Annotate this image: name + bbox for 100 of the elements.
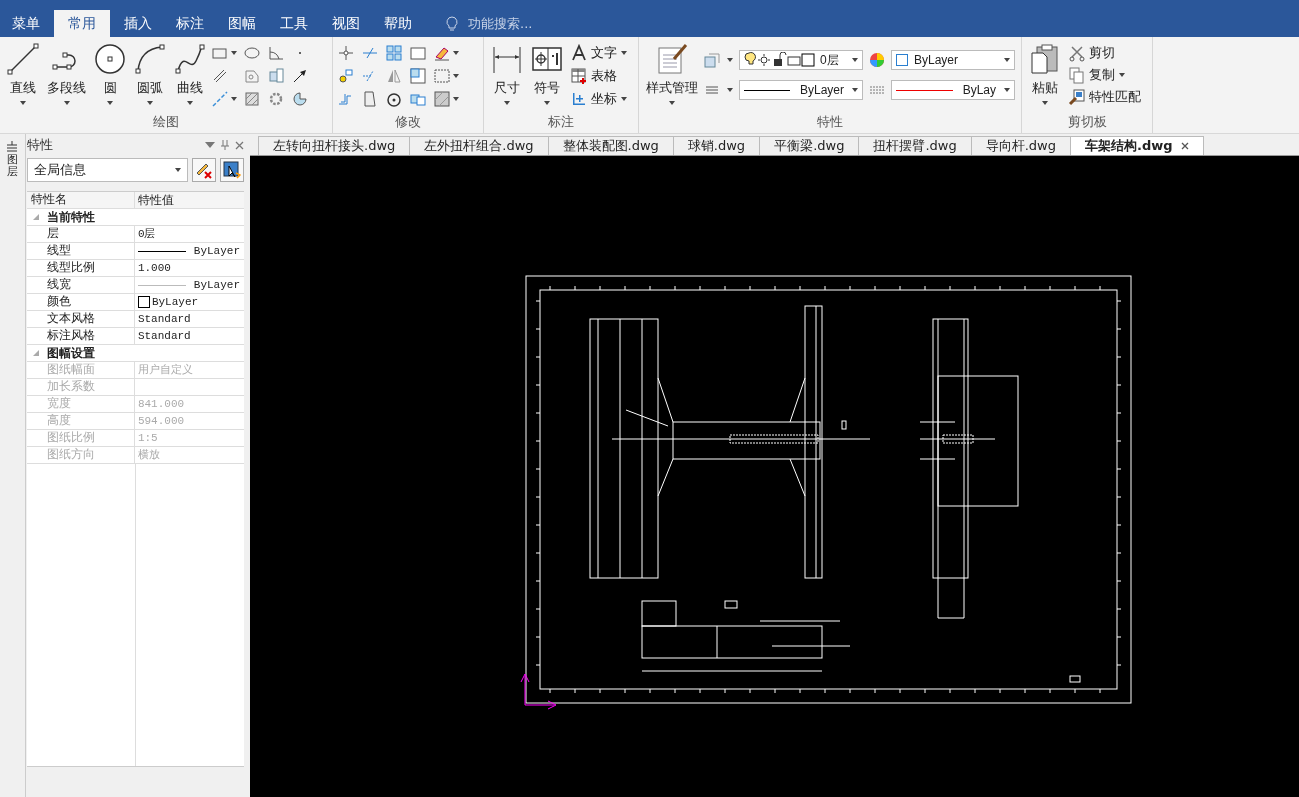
caret-icon[interactable] xyxy=(231,97,237,101)
lineweight-dropdown[interactable]: ByLay xyxy=(891,80,1015,100)
property-value: ByLayer xyxy=(193,243,241,259)
caret-icon[interactable] xyxy=(1004,88,1010,92)
property-name: 线宽 xyxy=(26,277,135,293)
property-value: 用户自定义 xyxy=(137,362,193,378)
style-sheet-icon xyxy=(656,43,688,75)
angle-icon[interactable] xyxy=(267,44,285,62)
file-tab[interactable]: 扭杆摆臂.dwg xyxy=(858,136,972,155)
menu-tab[interactable]: 帮助 xyxy=(374,10,422,37)
caret-icon[interactable] xyxy=(107,101,113,105)
tool-button[interactable]: 坐标 xyxy=(568,89,619,109)
caret-icon[interactable] xyxy=(544,101,550,105)
section-title: 当前特性 xyxy=(46,208,95,226)
hatch-icon[interactable] xyxy=(243,90,261,108)
tool-button[interactable]: 尺寸 xyxy=(488,41,526,107)
side-tab[interactable]: 图层 xyxy=(6,154,18,179)
mirror-icon[interactable] xyxy=(385,67,403,85)
tool-button[interactable]: 表格 xyxy=(568,66,619,86)
menu-tab[interactable]: 标注 xyxy=(166,10,214,37)
close-icon[interactable] xyxy=(235,140,244,150)
layer-dropdown[interactable]: 0层 xyxy=(739,50,863,70)
caret-icon[interactable] xyxy=(187,101,193,105)
file-tab[interactable]: 球销.dwg xyxy=(672,136,761,155)
tool-button[interactable]: 文字 xyxy=(568,43,619,63)
file-tab[interactable]: 左转向扭杆接头.dwg xyxy=(258,136,411,155)
tool-button[interactable]: 特性匹配 xyxy=(1066,87,1143,107)
property-value: Standard xyxy=(137,328,191,344)
pin-icon[interactable] xyxy=(221,140,229,150)
caret-icon[interactable] xyxy=(621,51,627,55)
scope-dropdown[interactable]: 全局信息 xyxy=(26,158,188,182)
caret-icon[interactable] xyxy=(453,97,459,101)
menu-tab[interactable]: 菜单 xyxy=(2,10,50,37)
caret-icon[interactable] xyxy=(504,101,510,105)
caret-icon[interactable] xyxy=(852,58,858,62)
region-icon[interactable] xyxy=(291,90,309,108)
line-sample xyxy=(137,250,186,252)
tool-button[interactable]: 符号 xyxy=(528,41,566,107)
property-value: Standard xyxy=(137,311,191,327)
tool-button[interactable]: 剪切 xyxy=(1066,43,1117,63)
clear-selection-button[interactable] xyxy=(192,158,216,182)
copy-icon xyxy=(1068,66,1086,84)
file-tab[interactable]: 整体装配图.dwg xyxy=(547,136,674,155)
file-tab[interactable]: 左外扭杆组合.dwg xyxy=(409,136,549,155)
property-name: 宽度 xyxy=(26,396,135,412)
line-tool-icon xyxy=(7,43,39,75)
file-tab[interactable]: 导向杆.dwg xyxy=(970,136,1071,155)
caret-icon[interactable] xyxy=(20,101,26,105)
menu-tab[interactable]: 工具 xyxy=(270,10,318,37)
caret-icon[interactable] xyxy=(147,101,153,105)
property-value: 1.000 xyxy=(137,260,171,276)
caret-icon[interactable] xyxy=(621,97,627,101)
layer-panel-icon[interactable] xyxy=(5,140,20,152)
tool-button[interactable]: 多段线 xyxy=(44,41,89,107)
group-title: 修改 xyxy=(394,113,422,131)
tool-button[interactable]: 复制 xyxy=(1066,65,1117,85)
caret-icon[interactable] xyxy=(453,74,459,78)
caret-icon[interactable] xyxy=(453,51,459,55)
color-dropdown[interactable]: ByLayer xyxy=(891,50,1015,70)
text-icon xyxy=(570,44,588,62)
array-icon[interactable] xyxy=(385,44,403,62)
property-value: 0层 xyxy=(137,226,156,242)
file-tab[interactable]: 平衡梁.dwg xyxy=(759,136,860,155)
menu-tab[interactable]: 图幅 xyxy=(218,10,266,37)
caret-icon[interactable] xyxy=(231,51,237,55)
caret-icon[interactable] xyxy=(1042,101,1048,105)
tool-button[interactable]: 曲线 xyxy=(171,41,209,107)
close-icon[interactable] xyxy=(1180,142,1189,150)
caret-icon[interactable] xyxy=(1004,58,1010,62)
double-line-icon[interactable] xyxy=(211,67,229,85)
file-tab[interactable]: 车架结构.dwg xyxy=(1069,136,1204,155)
line-sample xyxy=(137,284,186,286)
linetype-dropdown[interactable]: ByLayer xyxy=(739,80,863,100)
tool-button[interactable]: 圆弧 xyxy=(131,41,169,107)
dropdown-icon[interactable] xyxy=(205,142,215,148)
property-name: 高度 xyxy=(26,413,135,429)
caret-icon[interactable] xyxy=(175,168,181,172)
caret-icon[interactable] xyxy=(727,58,733,62)
group-title: 绘图 xyxy=(152,113,180,131)
block-icon[interactable] xyxy=(267,67,285,85)
arrow-icon[interactable] xyxy=(291,67,309,85)
move-icon[interactable] xyxy=(337,44,355,62)
search-field[interactable]: 功能搜索... xyxy=(466,15,590,32)
tool-button[interactable]: 圆 xyxy=(91,41,129,107)
caret-icon[interactable] xyxy=(63,101,70,105)
caret-icon[interactable] xyxy=(727,88,733,92)
menu-tab[interactable]: 视图 xyxy=(322,10,370,37)
style-manager-button[interactable]: 样式管理 xyxy=(643,41,701,107)
caret-icon[interactable] xyxy=(1119,73,1125,77)
select-objects-button[interactable] xyxy=(220,158,244,182)
tool-button[interactable]: 直线 xyxy=(4,41,42,107)
menu-tab[interactable]: 常用 xyxy=(54,10,110,37)
cursor-window-icon xyxy=(223,161,241,179)
ellipse-icon[interactable] xyxy=(243,44,261,62)
property-name: 标注风格 xyxy=(26,328,135,344)
menu-tab[interactable]: 插入 xyxy=(114,10,162,37)
caret-icon[interactable] xyxy=(669,101,675,105)
paste-button[interactable]: 粘贴 xyxy=(1026,41,1064,107)
column-header: 特性名 xyxy=(26,192,135,208)
caret-icon[interactable] xyxy=(852,88,858,92)
